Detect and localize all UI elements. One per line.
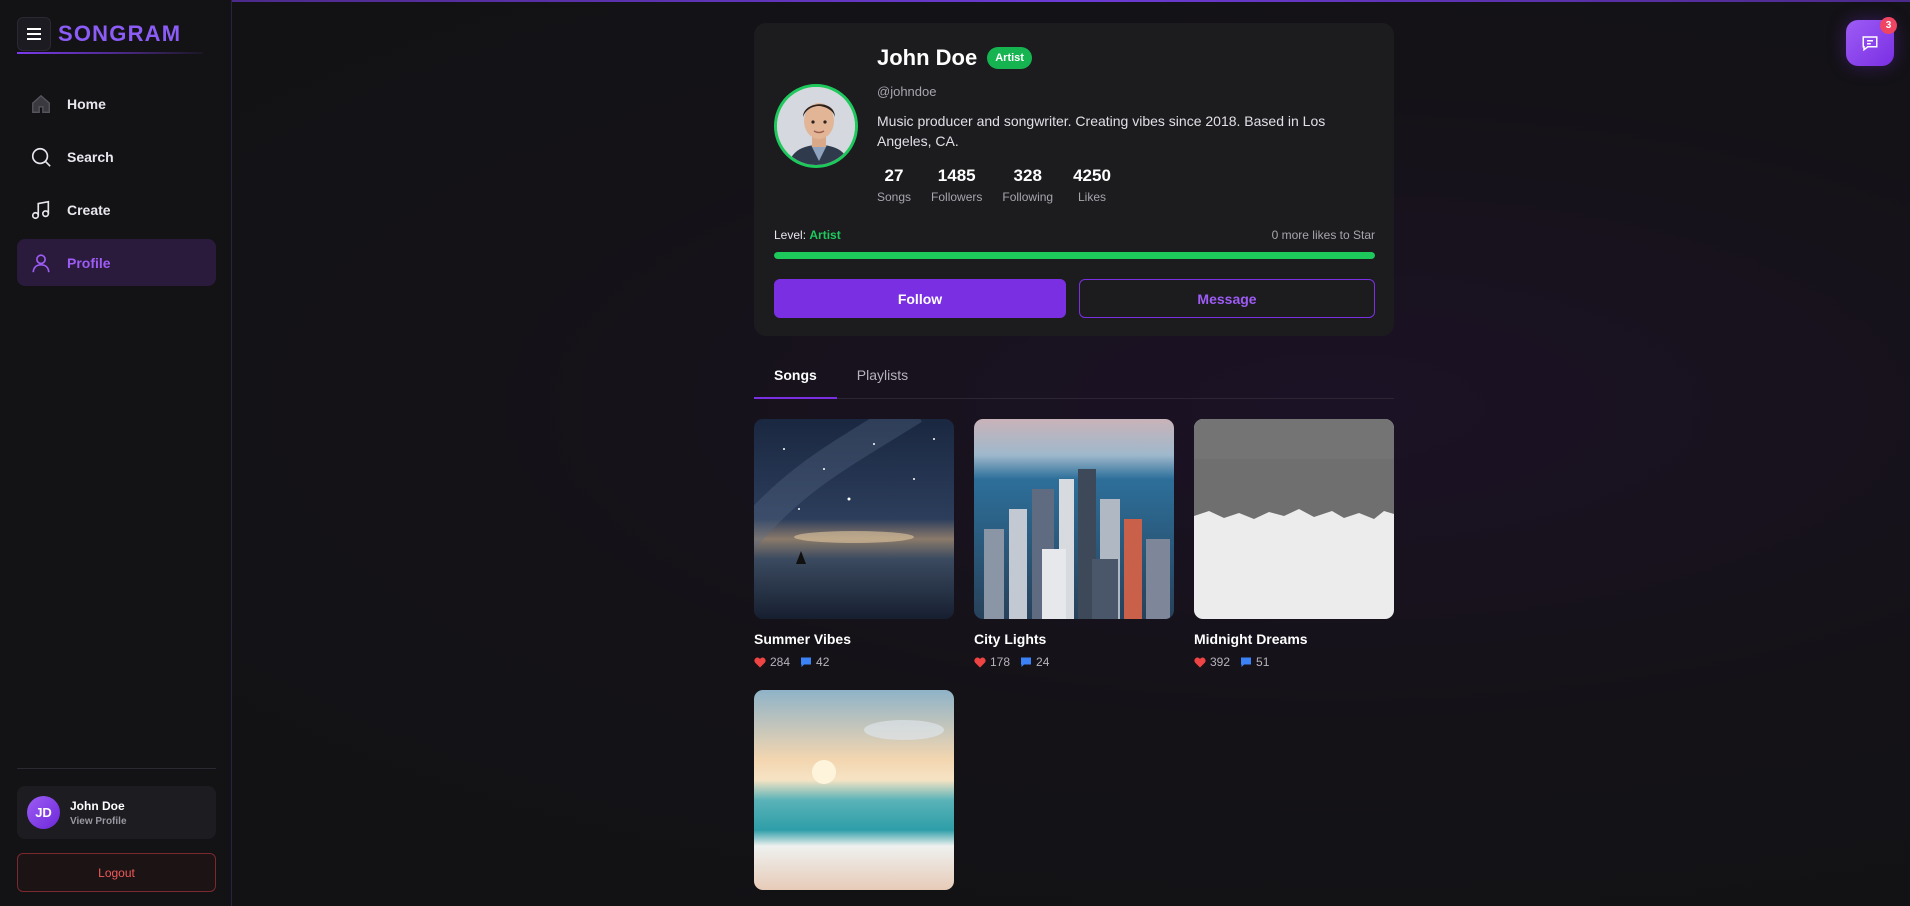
heart-icon[interactable]	[974, 656, 986, 668]
song-stats: 178 24	[974, 655, 1174, 669]
comment-count: 42	[816, 655, 830, 669]
song-stats: 392 51	[1194, 655, 1394, 669]
like-count: 284	[770, 655, 791, 669]
song-card[interactable]: Midnight Dreams 392 51	[1194, 419, 1394, 669]
view-profile-link[interactable]: View Profile	[70, 816, 127, 827]
stat-label: Likes	[1078, 190, 1107, 204]
song-card[interactable]: Summer Vibes 284 42	[754, 419, 954, 669]
logout-button[interactable]: Logout	[17, 853, 216, 892]
level-row: Level: Artist 0 more likes to Star	[774, 228, 1375, 242]
song-cover[interactable]	[754, 419, 954, 619]
stat-value: 1485	[937, 166, 976, 185]
hamburger-icon	[27, 28, 41, 40]
song-card[interactable]: City Lights 178 24	[974, 419, 1174, 669]
user-icon	[29, 251, 53, 275]
comment-count: 24	[1036, 655, 1050, 669]
song-cover[interactable]	[754, 690, 954, 890]
profile-avatar	[774, 84, 858, 168]
menu-button[interactable]	[17, 17, 51, 51]
sidebar-item-search[interactable]: Search	[17, 133, 216, 180]
stat-followers[interactable]: 1485 Followers	[931, 166, 982, 204]
heart-icon[interactable]	[754, 656, 766, 668]
stat-songs: 27 Songs	[877, 166, 911, 204]
user-card[interactable]: JD John Doe View Profile	[17, 786, 216, 839]
stat-likes: 4250 Likes	[1073, 166, 1111, 204]
profile-tabs: Songs Playlists	[754, 356, 1394, 399]
song-stats: 284 42	[754, 655, 954, 669]
stat-following[interactable]: 328 Following	[1002, 166, 1053, 204]
user-name: John Doe	[70, 798, 125, 813]
music-note-icon	[29, 198, 53, 222]
top-accent-bar	[232, 0, 1910, 2]
sidebar-item-profile[interactable]: Profile	[17, 239, 216, 286]
song-card[interactable]	[754, 690, 954, 890]
level-progress-fill	[774, 252, 1375, 259]
level-next-text: 0 more likes to Star	[1271, 228, 1375, 242]
level-info: Level: Artist	[774, 228, 841, 242]
brand-logo[interactable]: SONGRAM	[58, 21, 181, 47]
stat-label: Following	[1002, 190, 1054, 204]
level-progress-bar	[774, 252, 1375, 259]
song-title[interactable]: City Lights	[974, 631, 1174, 647]
profile-card: John Doe Artist @johndoe Music producer …	[754, 23, 1394, 336]
sidebar-item-home[interactable]: Home	[17, 80, 216, 127]
stat-label: Followers	[931, 190, 983, 204]
name-row: John Doe Artist	[877, 45, 1032, 71]
tab-playlists[interactable]: Playlists	[837, 356, 928, 399]
profile-name: John Doe	[877, 45, 978, 70]
stat-value: 328	[1013, 166, 1042, 185]
sidebar-item-label: Profile	[67, 254, 111, 271]
comment-icon[interactable]	[800, 656, 812, 668]
artist-badge: Artist	[987, 47, 1032, 69]
song-title[interactable]: Summer Vibes	[754, 631, 954, 647]
comment-icon[interactable]	[1240, 656, 1252, 668]
sidebar-item-label: Home	[67, 95, 106, 112]
search-icon	[29, 145, 53, 169]
profile-handle: @johndoe	[877, 84, 937, 99]
brand-row: SONGRAM	[17, 17, 181, 51]
message-button[interactable]: Message	[1079, 279, 1375, 318]
song-cover[interactable]	[974, 419, 1174, 619]
comment-icon[interactable]	[1020, 656, 1032, 668]
like-count: 178	[990, 655, 1011, 669]
comment-count: 51	[1256, 655, 1270, 669]
sidebar-item-create[interactable]: Create	[17, 186, 216, 233]
tab-songs[interactable]: Songs	[754, 356, 837, 399]
like-count: 392	[1210, 655, 1231, 669]
sidebar-item-label: Search	[67, 148, 114, 165]
stat-value: 27	[884, 166, 904, 185]
user-meta: John Doe View Profile	[70, 799, 127, 827]
song-title[interactable]: Midnight Dreams	[1194, 631, 1394, 647]
profile-bio: Music producer and songwriter. Creating …	[877, 113, 1326, 149]
stat-value: 4250	[1073, 166, 1111, 185]
chat-button[interactable]: 3	[1846, 17, 1897, 66]
follow-button[interactable]: Follow	[774, 279, 1066, 318]
level-label: Level:	[774, 228, 807, 242]
profile-stats: 27 Songs 1485 Followers 328 Following 42…	[877, 166, 1131, 204]
sidebar-item-label: Create	[67, 201, 111, 218]
notification-badge: 3	[1880, 17, 1897, 34]
heart-icon[interactable]	[1194, 656, 1206, 668]
sidebar-nav: Home Search Create Profile	[17, 80, 216, 292]
song-cover[interactable]	[1194, 419, 1394, 619]
sidebar-divider	[17, 768, 216, 769]
chat-icon	[1862, 36, 1878, 52]
home-icon	[29, 92, 53, 116]
level-value: Artist	[809, 228, 841, 242]
brand-underline	[17, 52, 203, 54]
avatar: JD	[27, 796, 60, 829]
stat-label: Songs	[877, 190, 912, 204]
sidebar: SONGRAM Home Search Create Profile JD Jo…	[0, 0, 232, 906]
